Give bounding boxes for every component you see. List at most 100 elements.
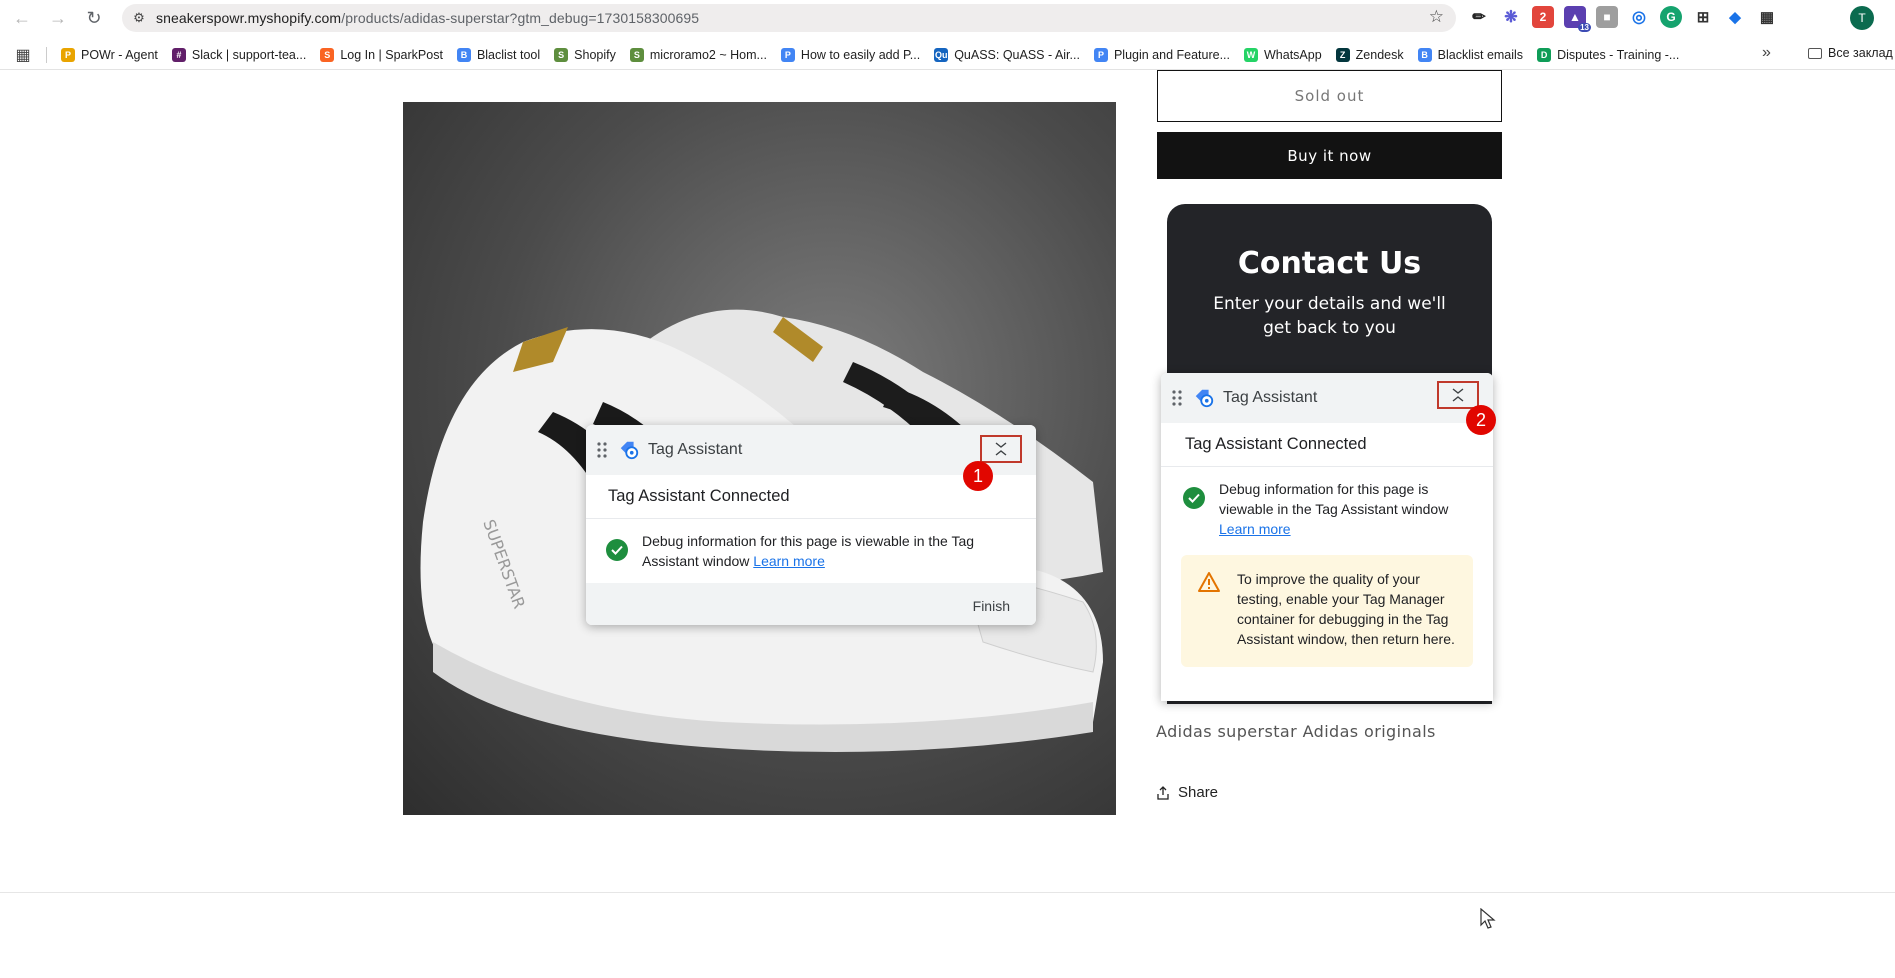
profile-avatar[interactable]: T xyxy=(1850,6,1874,30)
footer-divider xyxy=(0,892,1895,893)
tag-assistant-title: Tag Assistant xyxy=(648,441,743,458)
bookmark-label: Zendesk xyxy=(1355,47,1404,62)
hat-extension-icon[interactable]: ▲ 13 xyxy=(1564,6,1591,32)
annotation-marker-2: 2 xyxy=(1466,405,1496,435)
collapse-chevron-icon xyxy=(1452,388,1464,402)
extension-badge: 13 xyxy=(1578,23,1591,32)
tag-assistant-logo-icon xyxy=(1195,389,1214,408)
bookmark-label: Blaclist tool xyxy=(476,47,541,62)
contact-subtitle: Enter your details and we'll get back to… xyxy=(1213,294,1446,338)
grammarly-extension-icon[interactable]: G xyxy=(1660,6,1682,28)
warning-icon xyxy=(1198,572,1220,592)
bookmark-favicon-icon: Qu xyxy=(934,47,949,62)
bookmark-label: Slack | support-tea... xyxy=(191,47,307,62)
tag-assistant-logo-icon xyxy=(620,441,639,460)
bookmark-label: Log In | SparkPost xyxy=(340,47,443,62)
learn-more-link[interactable]: Learn more xyxy=(1219,521,1291,537)
share-icon xyxy=(1157,785,1169,800)
tag-assistant-title: Tag Assistant xyxy=(1223,389,1318,406)
other-bookmarks-label: Все заклад xyxy=(1828,46,1893,60)
contact-title: Contact Us xyxy=(1237,246,1422,281)
eyedropper-extension-icon[interactable]: ✏ xyxy=(1468,6,1490,28)
tag-assistant-header[interactable]: Tag Assistant xyxy=(1161,373,1493,423)
bookmark-favicon-icon: B xyxy=(1417,47,1432,62)
bookmark-favicon-icon: D xyxy=(1537,47,1552,62)
bookmark-favicon-icon: Z xyxy=(1335,47,1350,62)
check-circle-icon xyxy=(606,539,628,561)
share-button[interactable]: Share xyxy=(1156,784,1218,801)
browser-toolbar: ← → ↻ ⚙ sneakerspowr.myshopify.com/produ… xyxy=(0,0,1895,36)
debug-warning-box: To improve the quality of your testing, … xyxy=(1181,555,1473,667)
bookmark-label: WhatsApp xyxy=(1264,47,1322,62)
debug-message: Debug information for this page is viewa… xyxy=(1161,467,1493,551)
ring-extension-icon[interactable]: ◎ xyxy=(1628,6,1650,28)
bookmark-item[interactable]: Smicroramo2 ~ Hom... xyxy=(624,43,775,67)
forward-icon[interactable]: → xyxy=(40,0,76,36)
crop-extension-icon[interactable]: ⊞ xyxy=(1692,6,1714,28)
buy-it-now-button[interactable]: Buy it now xyxy=(1157,132,1502,179)
bookmark-item[interactable]: B Blacklist emails xyxy=(1412,43,1531,67)
bookmark-favicon-icon: P xyxy=(780,47,795,62)
tag-assistant-footer: Finish xyxy=(586,583,1036,625)
url-path: /products/adidas-superstar?gtm_debug=173… xyxy=(341,10,700,26)
bookmarks-overflow-icon[interactable]: » xyxy=(1762,44,1771,62)
bookmark-list: P POWr - Agent # Slack | support-tea... S Log… xyxy=(55,43,1687,67)
drag-handle-icon[interactable] xyxy=(1161,390,1193,406)
folder-icon xyxy=(1808,47,1822,59)
check-circle-icon xyxy=(1183,487,1205,509)
bookmark-favicon-icon: P xyxy=(61,47,75,62)
collapse-toggle-button[interactable] xyxy=(1437,381,1479,409)
tag-assistant-popup-2[interactable]: Tag Assistant Tag Assistant Connected De… xyxy=(1161,373,1493,701)
bookmark-label: microramo2 ~ Hom... xyxy=(649,47,767,62)
address-bar[interactable]: ⚙ sneakerspowr.myshopify.com/products/ad… xyxy=(122,4,1456,32)
other-bookmarks-folder[interactable]: Все заклад xyxy=(1808,46,1893,60)
bookmark-item[interactable]: # Slack | support-tea... xyxy=(166,43,314,67)
tag-assistant-popup-1[interactable]: Tag Assistant Tag Assistant Connected De… xyxy=(586,425,1036,625)
apps-grid-icon[interactable]: ▦ xyxy=(0,45,46,65)
connected-heading: Tag Assistant Connected xyxy=(1161,423,1493,467)
bookmark-item[interactable]: Z Zendesk xyxy=(1330,43,1412,67)
puzzle-extensions-icon[interactable]: ▦ xyxy=(1756,6,1778,28)
bookmark-label: QuASS: QuASS - Air... xyxy=(954,47,1080,62)
bookmark-star-icon[interactable]: ☆ xyxy=(1429,7,1444,27)
image-extension-icon[interactable]: ■ xyxy=(1596,6,1618,28)
bookmark-item[interactable]: W WhatsApp xyxy=(1238,43,1330,67)
bookmark-item[interactable]: P Plugin and Feature... xyxy=(1088,43,1238,67)
url-text[interactable]: sneakerspowr.myshopify.com/products/adid… xyxy=(156,10,699,26)
reload-icon[interactable]: ↻ xyxy=(76,0,112,36)
sold-out-button[interactable]: Sold out xyxy=(1157,70,1502,122)
bookmark-item[interactable]: S Shopify xyxy=(548,43,624,67)
extensions-bar: ✏ ❋ 2 ▲ 13 ■ ◎ G ⊞ ◆ ▦ xyxy=(1468,6,1778,32)
bookmark-favicon-icon: P xyxy=(1093,47,1108,62)
collapse-chevron-icon xyxy=(995,442,1007,456)
bookmark-item[interactable]: S Log In | SparkPost xyxy=(314,43,451,67)
site-info-icon[interactable]: ⚙ xyxy=(122,10,156,26)
bookmark-favicon-icon: # xyxy=(171,47,186,62)
bookmark-label: Shopify xyxy=(574,47,616,62)
warning-text: To improve the quality of your testing, … xyxy=(1237,571,1455,647)
bookmark-favicon-icon: W xyxy=(1244,47,1258,62)
share-label: Share xyxy=(1178,784,1219,801)
finish-button[interactable]: Finish xyxy=(973,598,1010,614)
numbered-extension-icon[interactable]: 2 xyxy=(1532,6,1554,28)
bookmarks-bar: ▦ P POWr - Agent # Slack | support-tea... S L… xyxy=(0,40,1895,70)
product-description: Adidas superstar Adidas originals xyxy=(1156,722,1436,741)
bookmark-item[interactable]: D Disputes - Training -... xyxy=(1531,43,1687,67)
bookmark-favicon-icon: S xyxy=(320,47,335,62)
bookmark-item[interactable]: Qu QuASS: QuASS - Air... xyxy=(928,43,1088,67)
collapse-toggle-button[interactable] xyxy=(980,435,1022,463)
bookmarks-separator xyxy=(46,46,47,63)
bookmark-item[interactable]: B Blaclist tool xyxy=(451,43,548,67)
bookmark-item[interactable]: P POWr - Agent xyxy=(55,43,166,67)
debug-message-text: Debug information for this page is viewa… xyxy=(1219,481,1449,517)
bookmark-favicon-icon: S xyxy=(554,47,569,62)
sparkle-extension-icon[interactable]: ❋ xyxy=(1500,6,1522,28)
back-icon[interactable]: ← xyxy=(4,0,40,36)
bookmark-item[interactable]: P How to easily add P... xyxy=(775,43,928,67)
bookmark-label: Plugin and Feature... xyxy=(1113,47,1230,62)
bookmark-label: Blacklist emails xyxy=(1437,47,1524,62)
drag-handle-icon[interactable] xyxy=(586,442,618,458)
tag-assistant-extension-icon[interactable]: ◆ xyxy=(1724,6,1746,28)
annotation-marker-1: 1 xyxy=(963,461,993,491)
learn-more-link[interactable]: Learn more xyxy=(753,553,825,569)
